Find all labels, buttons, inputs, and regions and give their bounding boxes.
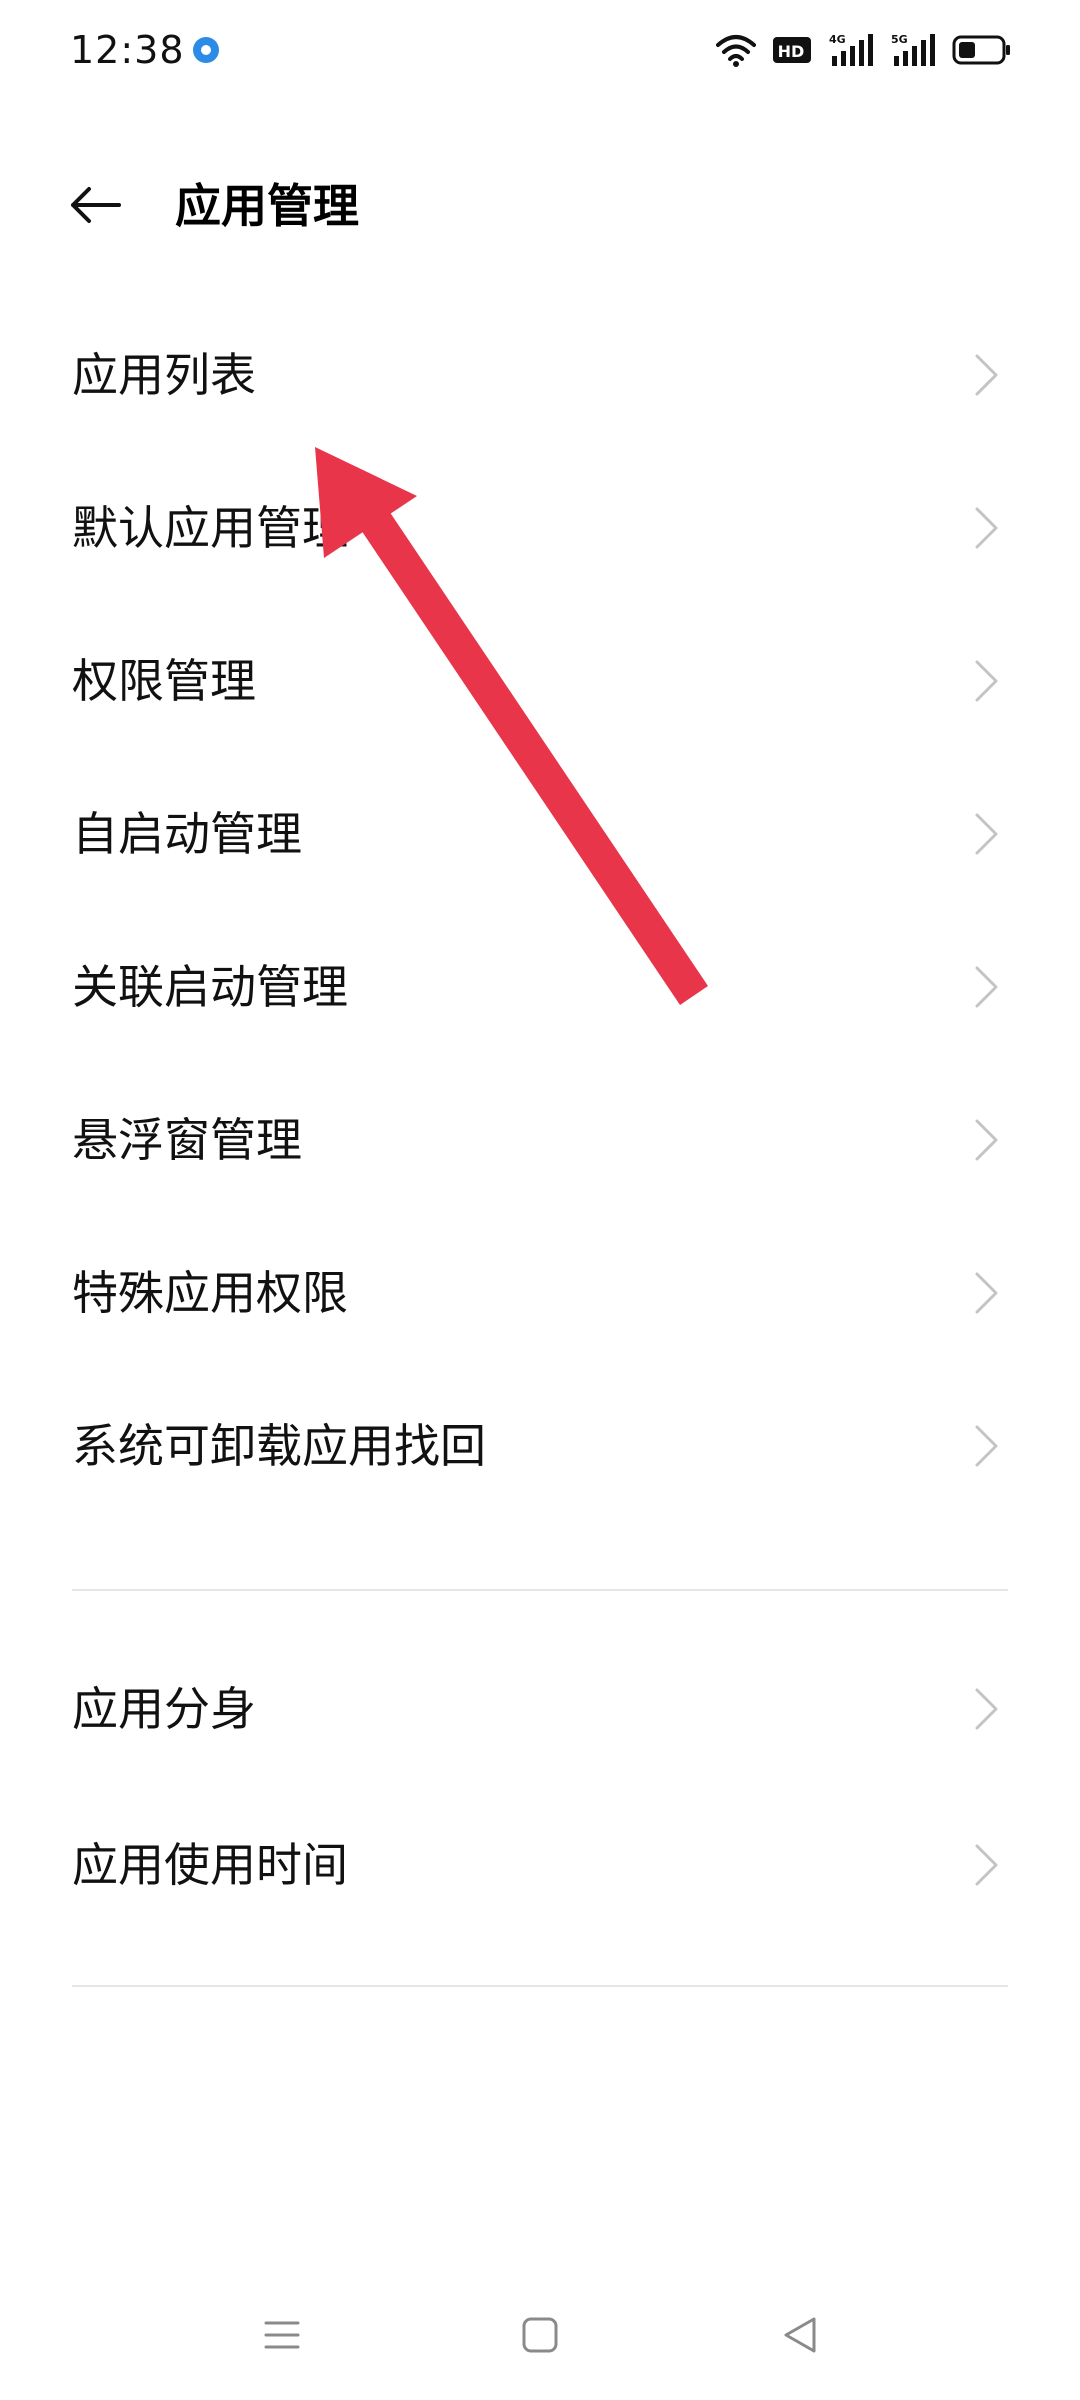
menu-item-app-usage-time[interactable]: 应用使用时间	[0, 1795, 1080, 1935]
navigation-bar	[0, 2290, 1080, 2380]
status-time: 12:38	[70, 28, 185, 72]
section-divider	[72, 1985, 1008, 1987]
menu-item-associated-start[interactable]: 关联启动管理	[0, 917, 1080, 1057]
status-icons: HD 4G 5G	[716, 28, 1012, 72]
back-button[interactable]	[60, 175, 130, 235]
network-5g-label: 5G	[891, 33, 908, 46]
notification-dot-icon	[193, 37, 219, 63]
home-icon	[522, 2317, 558, 2353]
app-header: 应用管理	[0, 150, 1080, 260]
signal-5g-icon: 5G	[891, 33, 935, 66]
menu-item-label: 权限管理	[72, 654, 256, 708]
menu-item-label: 关联启动管理	[72, 960, 348, 1014]
back-arrow-icon	[71, 187, 121, 223]
menu-item-floating-window[interactable]: 悬浮窗管理	[0, 1070, 1080, 1210]
menu-item-label: 悬浮窗管理	[72, 1113, 302, 1167]
menu-item-auto-start[interactable]: 自启动管理	[0, 764, 1080, 904]
menu-item-label: 特殊应用权限	[72, 1266, 348, 1320]
menu-item-default-apps[interactable]: 默认应用管理	[0, 458, 1080, 598]
chevron-right-icon	[975, 1688, 998, 1730]
back-triangle-icon	[784, 2317, 816, 2353]
menu-item-label: 应用使用时间	[72, 1838, 348, 1892]
menu-item-label: 应用分身	[72, 1682, 256, 1736]
chevron-right-icon	[975, 507, 998, 549]
chevron-right-icon	[975, 966, 998, 1008]
chevron-right-icon	[975, 1272, 998, 1314]
menu-item-app-clone[interactable]: 应用分身	[0, 1639, 1080, 1779]
battery-icon	[952, 35, 1010, 65]
menu-item-label: 系统可卸载应用找回	[72, 1419, 486, 1473]
chevron-right-icon	[975, 1119, 998, 1161]
section-divider	[72, 1589, 1008, 1591]
menu-icon	[264, 2321, 300, 2349]
menu-item-label: 应用列表	[72, 348, 256, 402]
hd-label: HD	[778, 42, 805, 61]
signal-4g-icon: 4G	[829, 33, 873, 66]
chevron-right-icon	[975, 660, 998, 702]
menu-item-permissions[interactable]: 权限管理	[0, 611, 1080, 751]
back-nav-button[interactable]	[770, 2310, 830, 2360]
menu-item-special-permissions[interactable]: 特殊应用权限	[0, 1223, 1080, 1363]
home-button[interactable]	[510, 2310, 570, 2360]
page-title: 应用管理	[175, 179, 359, 233]
chevron-right-icon	[975, 1425, 998, 1467]
status-bar: 12:38 HD 4G 5G	[0, 0, 1080, 100]
hd-icon: HD	[773, 37, 811, 63]
menu-item-label: 默认应用管理	[72, 501, 348, 555]
recents-button[interactable]	[252, 2310, 312, 2360]
network-4g-label: 4G	[829, 33, 846, 46]
menu-item-app-list[interactable]: 应用列表	[0, 305, 1080, 445]
chevron-right-icon	[975, 813, 998, 855]
wifi-icon	[716, 35, 756, 67]
menu-item-label: 自启动管理	[72, 807, 302, 861]
chevron-right-icon	[975, 354, 998, 396]
chevron-right-icon	[975, 1844, 998, 1886]
menu-item-restore-system-apps[interactable]: 系统可卸载应用找回	[0, 1376, 1080, 1516]
